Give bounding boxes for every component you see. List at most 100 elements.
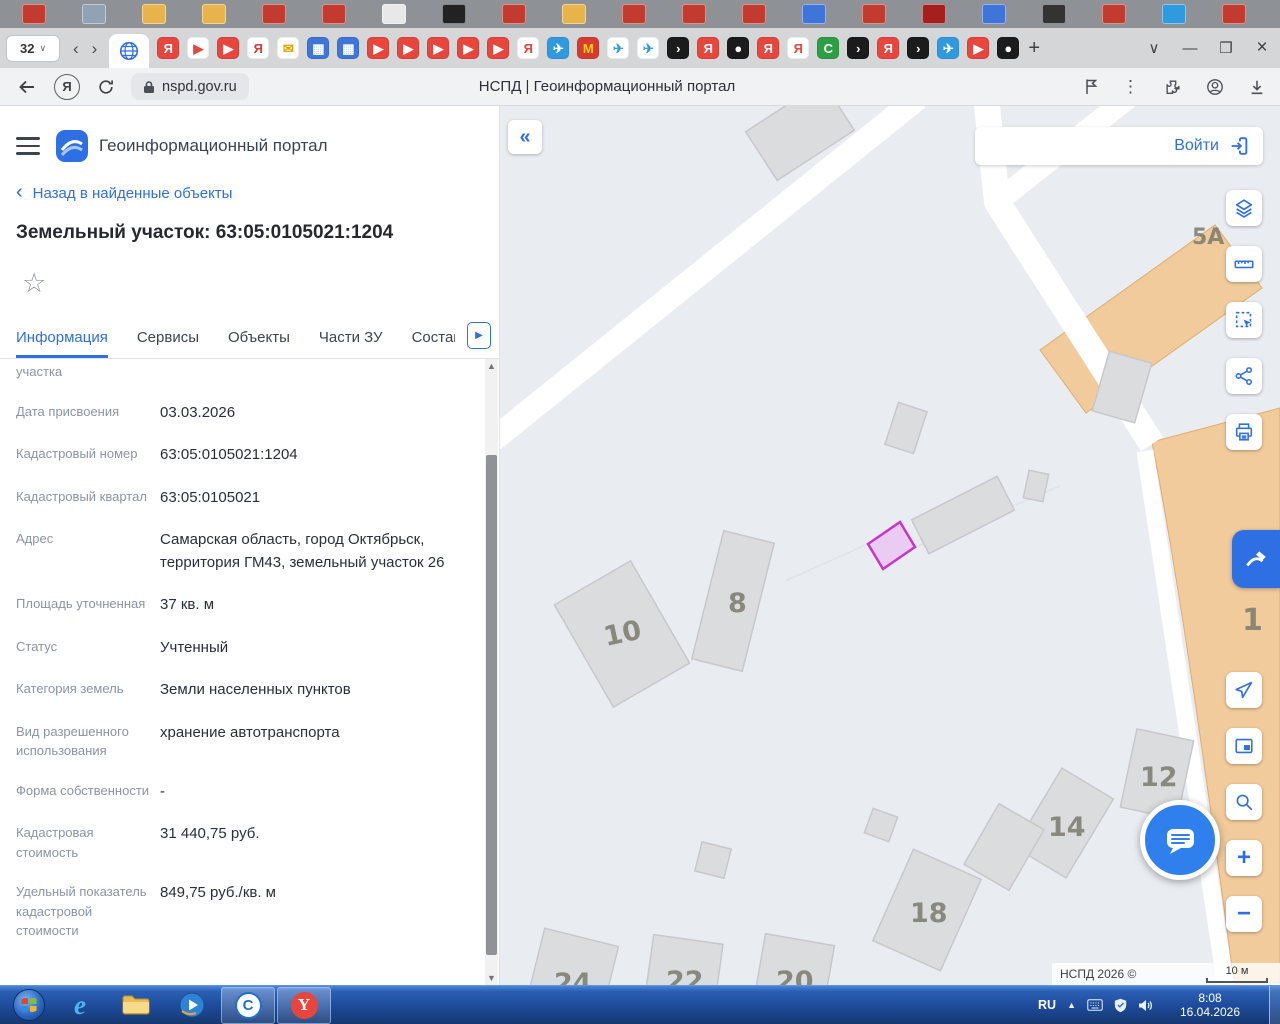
browser-tab[interactable]: ▶ [217,37,240,59]
login-bar[interactable]: Войти [975,127,1263,165]
layers-button[interactable] [1226,190,1262,226]
window-icon[interactable] [922,4,946,24]
window-icon[interactable] [262,4,286,24]
window-icon[interactable] [742,4,766,24]
panel-scrollbar[interactable]: ▲ ▼ [485,359,498,985]
tab-2[interactable]: Сервисы [137,316,199,358]
browser-tab[interactable]: ✈ [637,37,660,59]
window-icon[interactable] [22,4,46,24]
window-icon[interactable] [322,4,346,24]
active-tab[interactable] [109,34,150,68]
tab-5[interactable]: Состав [412,316,455,358]
tabs-scroll-right-icon[interactable]: › [92,40,98,57]
back-button[interactable] [17,77,37,97]
start-button[interactable] [6,986,52,1024]
browser-tab[interactable]: Я [517,37,540,59]
tab-counter[interactable]: 32 ∨ [6,34,60,62]
browser-tab[interactable]: ▦ [337,37,360,59]
browser-tab[interactable]: Я [757,37,780,59]
extensions-icon[interactable] [1164,78,1182,96]
menu-icon[interactable] [16,137,40,155]
browser-tab[interactable]: ✈ [607,37,630,59]
browser-tab[interactable]: ▶ [397,37,420,59]
share-button[interactable] [1226,358,1262,394]
collapse-panel-button[interactable]: « [508,120,542,154]
yandex-icon[interactable]: Я [54,73,80,100]
scrollbar-thumb[interactable] [486,455,497,955]
draw-tool-button[interactable] [1232,530,1280,588]
browser-tab[interactable]: ✉ [277,37,300,59]
window-icon[interactable] [1042,4,1066,24]
window-icon[interactable] [982,4,1006,24]
keyboard-icon[interactable] [1087,999,1103,1011]
tabs-more-button[interactable]: ▶ [467,322,491,349]
browser-tab[interactable]: Я [787,37,810,59]
browser-tab[interactable]: ▶ [457,37,480,59]
browser-tab[interactable]: М [577,37,600,59]
window-icon[interactable] [382,4,406,24]
browser-tab[interactable]: › [847,37,870,59]
bookmark-flag-icon[interactable] [1084,78,1098,95]
browser-tab[interactable]: ▶ [187,37,210,59]
browser-tab[interactable]: ✈ [937,37,960,59]
taskbar-yandex-button[interactable]: Y [277,986,331,1024]
window-icon[interactable] [622,4,646,24]
browser-tab[interactable]: Я [697,37,720,59]
tab-4[interactable]: Части ЗУ [319,316,383,358]
taskbar-app-c-button[interactable]: C [221,986,275,1024]
shield-icon[interactable] [1114,998,1127,1013]
close-button[interactable]: × [1244,28,1280,68]
window-icon[interactable] [202,4,226,24]
browser-tab[interactable]: ● [997,37,1020,59]
browser-tab[interactable]: ▶ [427,37,450,59]
search-area-button[interactable] [1226,784,1262,820]
window-icon[interactable] [562,4,586,24]
maximize-button[interactable]: ❒ [1208,28,1244,68]
show-desktop-button[interactable] [1269,985,1280,1024]
browser-tab[interactable]: ✈ [547,37,570,59]
ruler-button[interactable] [1226,246,1262,282]
window-icon[interactable] [1102,4,1126,24]
taskbar-clock[interactable]: 8:08 16.04.2026 [1170,991,1250,1019]
window-icon[interactable] [802,4,826,24]
browser-menu-icon[interactable]: ⋮ [1122,77,1140,97]
taskbar-explorer-button[interactable] [109,987,163,1024]
browser-tab[interactable]: › [907,37,930,59]
favorite-star-icon[interactable]: ☆ [22,268,46,299]
locate-button[interactable] [1226,672,1262,708]
window-icon[interactable] [442,4,466,24]
zoom-out-button[interactable]: − [1226,896,1262,932]
browser-tab[interactable]: Я [247,37,270,59]
url-field[interactable]: nspd.gov.ru [131,73,249,100]
mini-map-button[interactable] [1226,728,1262,764]
print-button[interactable] [1226,414,1262,450]
language-indicator[interactable]: RU [1038,998,1056,1012]
browser-tab[interactable]: ▦ [307,37,330,59]
chat-button[interactable] [1140,800,1220,880]
tab-3[interactable]: Объекты [228,316,290,358]
scroll-down-icon[interactable]: ▼ [485,973,498,983]
new-tab-button[interactable]: + [1028,37,1040,60]
browser-tab[interactable]: ▶ [367,37,390,59]
browser-tab[interactable]: ▶ [487,37,510,59]
browser-tab[interactable]: Я [877,37,900,59]
window-icon[interactable] [1162,4,1186,24]
tab-1[interactable]: Информация [16,316,108,358]
minimize-button[interactable]: — [1172,28,1208,68]
tray-chevron-icon[interactable]: ▲ [1067,1000,1076,1010]
browser-tab[interactable]: Я [157,37,180,59]
window-icon[interactable] [82,4,106,24]
window-icon[interactable] [142,4,166,24]
scroll-up-icon[interactable]: ▲ [485,361,498,371]
browser-tab[interactable]: С [817,37,840,59]
select-area-button[interactable] [1226,302,1262,338]
window-icon[interactable] [502,4,526,24]
speaker-icon[interactable] [1138,999,1153,1012]
back-to-results-link[interactable]: ‹ Назад в найденные объекты [16,182,232,202]
browser-menu-chevron[interactable]: ∨ [1136,28,1172,68]
taskbar-ie-button[interactable]: e [53,987,107,1024]
browser-tab[interactable]: ● [727,37,750,59]
window-icon[interactable] [862,4,886,24]
window-icon[interactable] [682,4,706,24]
taskbar-media-player-button[interactable] [165,987,219,1024]
